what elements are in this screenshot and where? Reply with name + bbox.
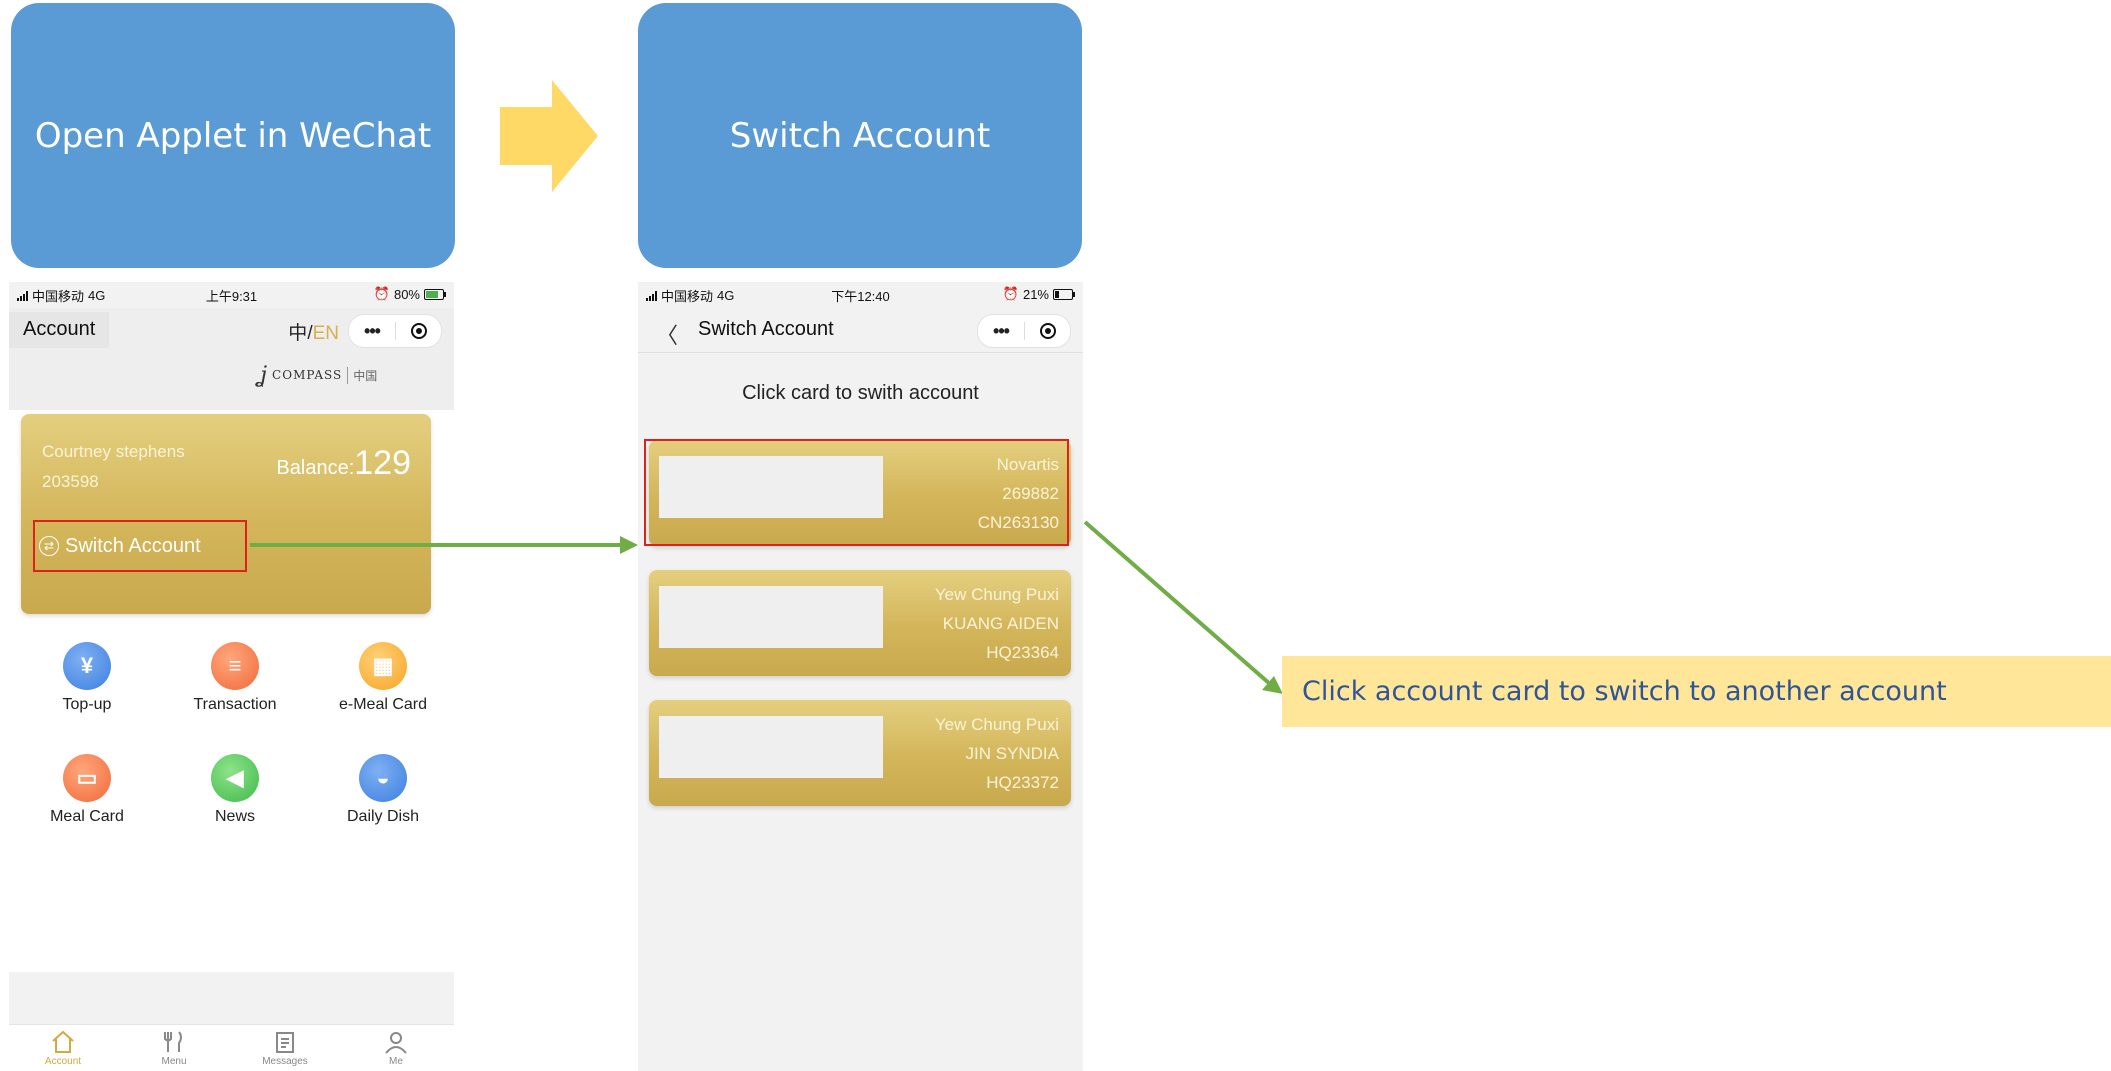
grid-item-e-meal-card[interactable]: ▦ e-Meal Card <box>309 642 454 714</box>
messages-icon <box>276 1032 294 1053</box>
balance: Balance:129 <box>276 444 411 482</box>
language-toggle[interactable]: 中/EN <box>288 318 339 345</box>
account-code: HQ23364 <box>986 643 1059 662</box>
top-up-icon: ¥ <box>63 642 111 690</box>
daily-dish-icon: ◒ <box>359 754 407 802</box>
switch-account-button[interactable]: ⇄ Switch Account <box>33 520 247 572</box>
close-applet-button[interactable] <box>1025 323 1070 339</box>
account-card-yew-chung-kuang[interactable]: Yew Chung Puxi KUANG AIDEN HQ23364 <box>649 570 1071 676</box>
grid-item-daily-dish[interactable]: ◒ Daily Dish <box>309 754 454 826</box>
account-card: Courtney stephens 203598 Balance:129 ⇄ S… <box>21 414 431 614</box>
compass-logo: ʝ COMPASS 中国 <box>259 362 378 388</box>
battery-icon <box>1053 288 1075 300</box>
nav-bar: 〈 Switch Account ••• <box>638 308 1083 352</box>
page-title: Account <box>23 318 96 340</box>
news-icon: ◀ <box>211 754 259 802</box>
target-icon <box>1039 323 1056 339</box>
grid-item-transaction[interactable]: ≡ Transaction <box>161 642 309 714</box>
connector-arrowhead <box>620 536 638 554</box>
status-bar: 中国移动 4G 下午12:40 ⏰ 21% <box>638 282 1083 304</box>
connector-arrowhead <box>1262 676 1283 694</box>
account-holder: JIN SYNDIA <box>965 744 1059 763</box>
card-holder-name: Courtney stephens <box>42 442 185 461</box>
qr-card-icon: ▦ <box>359 642 407 690</box>
phone-screen-account: 中国移动 4G 上午9:31 ⏰ 80% Account 中/EN ••• ʝ … <box>9 282 454 1071</box>
step-label: Open Applet in WeChat <box>34 115 432 156</box>
alarm-icon: ⏰ <box>373 286 390 301</box>
flow-arrow-icon <box>500 80 598 192</box>
grid-item-news[interactable]: ◀ News <box>161 754 309 826</box>
tab-messages[interactable]: Messages <box>245 1029 325 1067</box>
tab-account[interactable]: Account <box>23 1029 103 1067</box>
account-code: HQ23372 <box>986 773 1059 792</box>
battery-icon <box>424 288 446 300</box>
alarm-icon: ⏰ <box>1002 286 1019 301</box>
more-menu-icon[interactable]: ••• <box>349 321 395 342</box>
home-icon <box>52 1030 74 1053</box>
tab-bar: Account Menu Messages Me <box>9 1024 454 1071</box>
card-image-placeholder <box>659 586 883 648</box>
connector-to-note <box>1083 520 1272 686</box>
step-box-open-applet: Open Applet in WeChat <box>11 3 455 268</box>
meal-card-icon: ▭ <box>63 754 111 802</box>
more-menu-icon[interactable]: ••• <box>978 321 1024 342</box>
switch-hint: Click card to swith account <box>742 382 979 404</box>
tab-me[interactable]: Me <box>356 1029 436 1067</box>
grid-item-meal-card[interactable]: ▭ Meal Card <box>13 754 161 826</box>
page-title: Switch Account <box>698 318 834 340</box>
battery-percent: 21% <box>1022 286 1049 302</box>
transaction-icon: ≡ <box>211 642 259 690</box>
account-card-yew-chung-jin[interactable]: Yew Chung Puxi JIN SYNDIA HQ23372 <box>649 700 1071 806</box>
step-box-switch-account: Switch Account <box>638 3 1082 268</box>
menu-icon <box>164 1031 182 1052</box>
callout-note: Click account card to switch to another … <box>1282 656 2111 727</box>
battery-percent: 80% <box>393 286 420 302</box>
account-holder: KUANG AIDEN <box>942 614 1059 633</box>
grid-item-top-up[interactable]: ¥ Top-up <box>13 642 161 714</box>
tab-menu[interactable]: Menu <box>134 1029 214 1067</box>
back-arrow-icon[interactable]: 〈 <box>656 318 678 350</box>
balance-value: 129 <box>354 444 411 482</box>
swap-icon: ⇄ <box>39 536 59 556</box>
account-company: Yew Chung Puxi <box>934 715 1059 734</box>
mini-program-capsule: ••• <box>977 314 1071 348</box>
card-holder-id: 203598 <box>42 472 99 491</box>
phone-screen-switch-account: 中国移动 4G 下午12:40 ⏰ 21% 〈 Switch Account •… <box>638 282 1083 1071</box>
target-icon <box>410 323 427 339</box>
account-company: Yew Chung Puxi <box>934 585 1059 604</box>
me-icon <box>385 1032 407 1054</box>
selected-card-highlight <box>644 439 1069 546</box>
mini-program-capsule: ••• <box>348 314 442 348</box>
card-image-placeholder <box>659 716 883 778</box>
status-bar: 中国移动 4G 上午9:31 ⏰ 80% <box>9 282 454 304</box>
step-label: Switch Account <box>729 115 991 156</box>
close-applet-button[interactable] <box>396 323 441 339</box>
